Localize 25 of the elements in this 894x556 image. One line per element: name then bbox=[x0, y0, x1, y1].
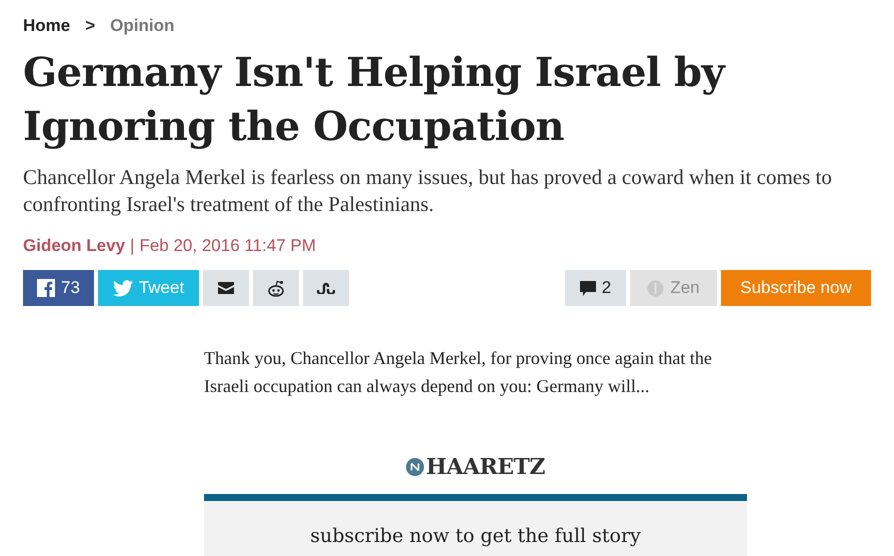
logo-wordmark: HAARETZ bbox=[426, 454, 545, 480]
facebook-share-button[interactable]: 73 bbox=[23, 270, 94, 306]
breadcrumb-link[interactable]: Home bbox=[23, 16, 70, 36]
publish-date: Feb 20, 2016 11:47 PM bbox=[139, 236, 316, 256]
alien-icon bbox=[267, 280, 285, 296]
article-teaser: Thank you, Chancellor Angela Merkel, for proving once again that the Israeli occupation can always depend on you: Germany will... bbox=[204, 347, 713, 398]
author-link[interactable]: Gideon Levy bbox=[23, 236, 126, 256]
breadcrumb-link[interactable]: Opinion bbox=[110, 16, 174, 36]
half-circle-icon bbox=[647, 280, 664, 296]
paywall-message: subscribe now to get the full story bbox=[310, 525, 641, 549]
stumbleupon-icon bbox=[317, 282, 335, 294]
speech-bubble-icon bbox=[580, 280, 596, 296]
logo-icon bbox=[406, 458, 424, 476]
reddit-share-button[interactable] bbox=[253, 270, 299, 306]
stumbleupon-share-button[interactable] bbox=[303, 270, 349, 306]
bird-icon bbox=[112, 280, 133, 296]
subheadline: Chancellor Angela Merkel is fearless on many issues, but has proved a coward when it comes to confronting Israel's treatment of the Palestinians. bbox=[23, 164, 833, 218]
byline-separator: | bbox=[130, 236, 134, 256]
email-share-button[interactable] bbox=[203, 270, 249, 306]
headline: Germany Isn't Helping Israel by Ignoring the Occupation bbox=[23, 48, 727, 152]
facebook-icon bbox=[37, 279, 56, 297]
envelope-icon bbox=[218, 282, 234, 294]
subscribe-button[interactable]: Subscribe now bbox=[721, 270, 871, 306]
comments-button[interactable]: 2 bbox=[565, 270, 626, 306]
breadcrumb-separator: > bbox=[85, 16, 96, 36]
